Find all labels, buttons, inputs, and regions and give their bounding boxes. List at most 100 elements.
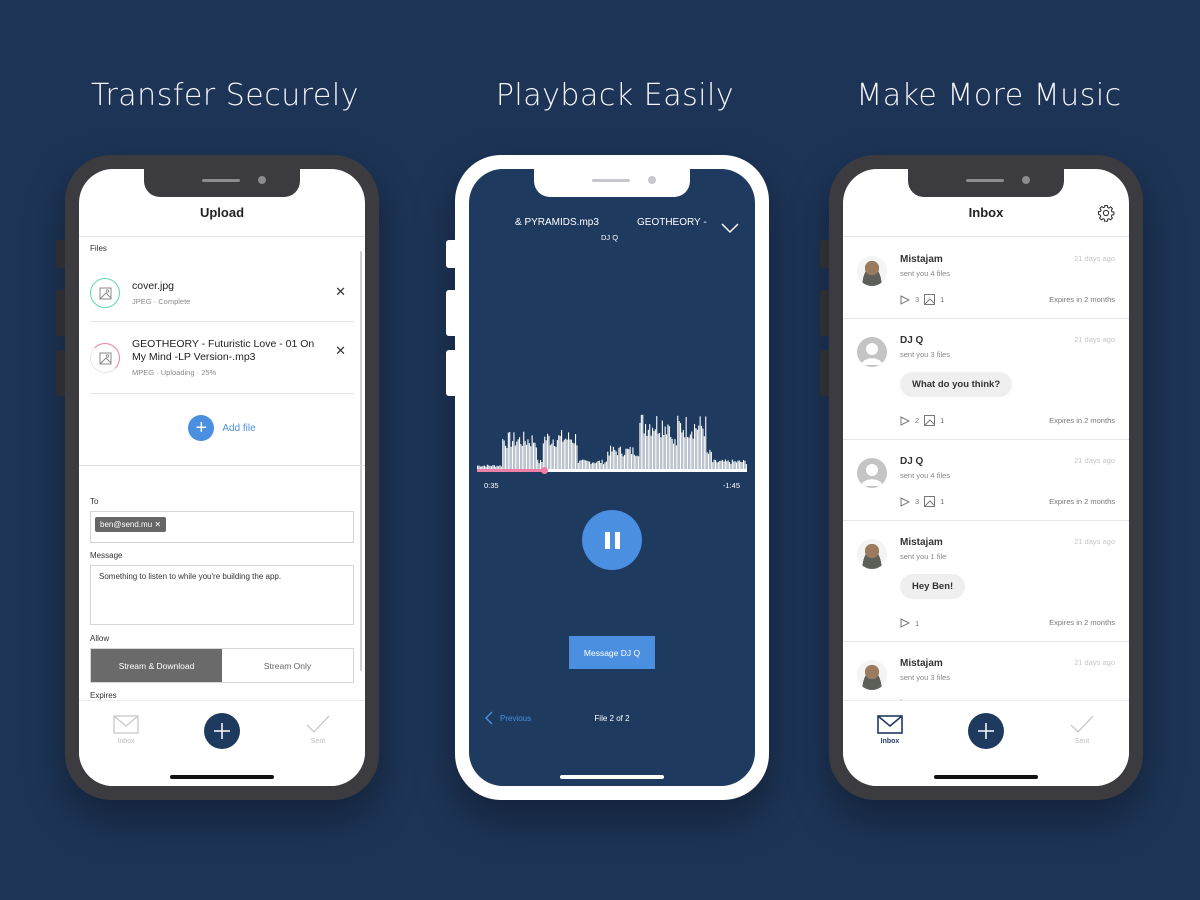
waveform-bar <box>667 424 669 470</box>
waveform-bar <box>633 454 635 470</box>
waveform-bar <box>583 459 585 470</box>
waveform-bar <box>586 460 588 470</box>
waveform-bar <box>678 421 680 470</box>
waveform-bar <box>722 459 724 470</box>
plus-icon <box>214 723 230 739</box>
allow-label: Allow <box>90 634 110 643</box>
sender-name: DJ Q <box>900 456 924 467</box>
allow-stream-download[interactable]: Stream & Download <box>91 649 222 682</box>
remove-file-icon[interactable]: ✕ <box>335 344 346 357</box>
waveform-bar <box>514 445 516 470</box>
remove-recipient-icon[interactable]: ✕ <box>154 520 161 529</box>
waveform-bar <box>738 460 740 470</box>
sender-name: Mistajam <box>900 658 943 669</box>
compose-button[interactable] <box>968 713 1004 749</box>
recipient-chip[interactable]: ben@send.mu ✕ <box>95 517 167 532</box>
waveform-bar <box>661 420 663 470</box>
image-icon <box>924 496 936 507</box>
pause-icon <box>604 531 610 549</box>
waveform-bar <box>702 428 704 470</box>
waveform-bar <box>628 449 630 470</box>
waveform-bar <box>625 448 627 470</box>
tab-inbox[interactable]: Inbox <box>101 715 151 745</box>
waveform-scrubber[interactable] <box>477 404 747 474</box>
image-count: 1 <box>940 295 945 304</box>
waveform-bar <box>507 432 509 470</box>
remove-file-icon[interactable]: ✕ <box>335 285 346 298</box>
waveform-bar <box>635 456 637 470</box>
tab-sent-label: Sent <box>310 738 326 745</box>
message-item[interactable]: Mistajam sent you 4 files 21 days ago 3 1 Exp… <box>843 238 1129 319</box>
message-item[interactable]: DJ Qsent you 4 files 21 days ago 3 1 Expires… <box>843 440 1129 521</box>
waveform-bar <box>687 437 689 470</box>
waveform-bar <box>604 462 606 470</box>
inbox-screen: Inbox Mistajam sent you 4 files 21 days ag… <box>843 169 1129 786</box>
waveform-bar <box>659 432 661 470</box>
waveform-bar <box>584 460 586 470</box>
waveform-bar <box>642 414 644 470</box>
waveform-bar <box>600 463 602 470</box>
to-field[interactable]: ben@send.mu ✕ <box>90 511 354 543</box>
message-item[interactable]: Mistajamsent you 3 files21 days ago2Expi… <box>843 642 1129 700</box>
waveform-bar <box>698 425 700 470</box>
waveform-bar <box>639 422 641 470</box>
sender-name: Mistajam <box>900 254 943 265</box>
track-title-part: & PYRAMIDS.mp3 <box>515 217 599 228</box>
tab-inbox-label: Inbox <box>880 738 900 745</box>
waveform-bar <box>692 438 694 470</box>
waveform-bar <box>570 439 572 470</box>
waveform-bar <box>701 425 703 470</box>
file-row[interactable]: GEOTHEORY - Futuristic Love - 01 On My M… <box>90 322 354 394</box>
waveform-bar <box>709 449 711 470</box>
waveform-bar <box>558 435 560 470</box>
volume-down-button <box>56 350 65 396</box>
gear-icon[interactable] <box>1097 204 1115 222</box>
message-item[interactable]: Mistajam sent you 1 file 21 days ago Hey Be… <box>843 521 1129 642</box>
elapsed-time: 0:35 <box>484 481 499 490</box>
checkmark-icon <box>1070 715 1094 733</box>
waveform-bar <box>537 459 539 470</box>
waveform-bar <box>521 445 523 470</box>
compose-button[interactable] <box>204 713 240 749</box>
scrubber-handle[interactable] <box>541 467 548 474</box>
waveform-bar <box>582 459 584 470</box>
waveform-bar <box>624 454 626 470</box>
waveform-bar <box>577 462 579 470</box>
phone-inbox: Inbox Mistajam sent you 4 files 21 days ag… <box>820 155 1143 800</box>
waveform-bar <box>538 463 540 470</box>
allow-stream-only[interactable]: Stream Only <box>222 649 353 682</box>
tab-sent[interactable]: Sent <box>1057 715 1107 745</box>
waveform-bar <box>652 427 654 470</box>
pause-button[interactable] <box>582 510 642 570</box>
add-file-button[interactable]: + Add file <box>79 404 365 452</box>
tab-sent[interactable]: Sent <box>293 715 343 745</box>
waveform-bar <box>510 446 512 470</box>
expiry-text: Expires in 2 months <box>1049 497 1115 506</box>
waveform-bar <box>554 446 556 470</box>
plus-icon: + <box>188 415 215 441</box>
file-row[interactable]: cover.jpg JPEG · Complete ✕ <box>90 260 354 322</box>
message-list: Mistajam sent you 4 files 21 days ago 3 1 Exp… <box>843 238 1129 700</box>
chevron-down-icon[interactable] <box>721 223 739 234</box>
image-icon <box>924 294 936 305</box>
waveform-bar <box>523 431 525 470</box>
message-field[interactable]: Something to listen to while you're buil… <box>90 565 354 625</box>
files-label: Files <box>90 244 107 253</box>
waveform-bar <box>626 448 628 470</box>
waveform-bar <box>743 460 745 470</box>
message-time: 21 days ago <box>1074 537 1115 546</box>
waveform-bar <box>705 416 707 470</box>
waveform-bar <box>671 438 673 470</box>
image-icon <box>90 343 120 373</box>
tab-inbox[interactable]: Inbox <box>865 715 915 745</box>
home-indicator <box>934 775 1038 779</box>
waveform-bar <box>694 424 696 470</box>
track-artist: DJ Q <box>601 233 619 242</box>
waveform-bar <box>614 450 616 470</box>
file-meta: JPEG · Complete <box>132 297 191 306</box>
message-time: 21 days ago <box>1074 658 1115 667</box>
waveform-bar <box>685 417 687 470</box>
message-artist-button[interactable]: Message DJ Q <box>569 636 655 669</box>
divider <box>79 465 365 466</box>
message-item[interactable]: DJ Q sent you 3 files 21 days ago What do y… <box>843 319 1129 440</box>
